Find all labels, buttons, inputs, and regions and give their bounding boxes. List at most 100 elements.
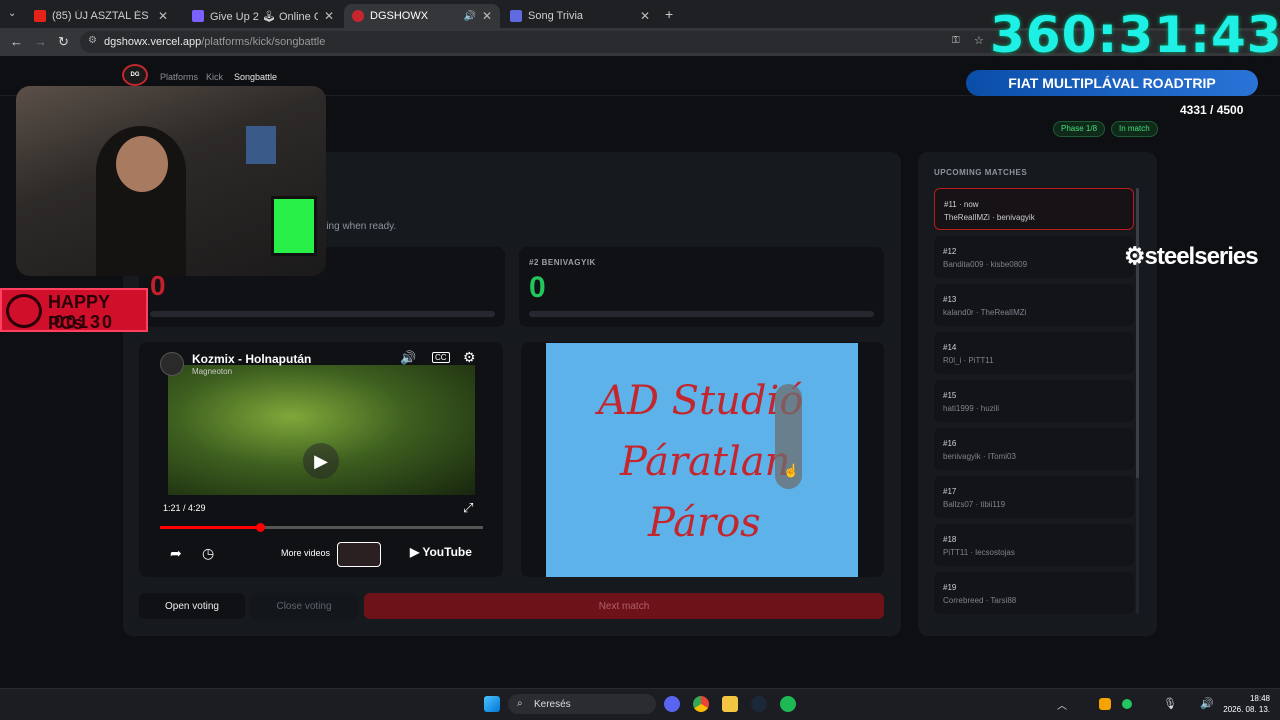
happy-pcs-logo-icon: [6, 294, 42, 328]
tray-chevron-icon[interactable]: ︿: [1057, 697, 1067, 712]
tab-song-trivia[interactable]: Song Trivia ✕: [502, 4, 658, 28]
tab-give-up[interactable]: Give Up 2 🕹 Online Game | G ✕: [184, 4, 342, 28]
video-title[interactable]: Kozmix - Holnapután: [192, 352, 311, 366]
sponsor-name: steelseries: [1144, 243, 1259, 270]
next-match-label: Next match: [598, 600, 650, 612]
tab-list-chevron-icon[interactable]: ⌄: [8, 8, 16, 19]
site-logo[interactable]: DG SHOWX: [122, 64, 148, 96]
upcoming-match-item[interactable]: #18 PiTT11 · lecsostojas: [934, 524, 1134, 566]
close-voting-label: Close voting: [276, 600, 332, 612]
nav-platforms[interactable]: Platforms: [160, 72, 198, 82]
youtube-logo[interactable]: ▶ YouTube: [410, 545, 472, 559]
goal-progress-count: 4331 / 4500: [1180, 103, 1244, 117]
url-host: dgshowx.vercel.app: [104, 36, 202, 48]
happy-pcs-counter: 00130: [54, 312, 115, 332]
tab-audio-icon[interactable]: 🔊: [463, 11, 475, 22]
close-tab-icon[interactable]: ✕: [324, 9, 334, 23]
close-tab-icon[interactable]: ✕: [158, 9, 168, 23]
volume-tray-icon[interactable]: 🔊: [1200, 697, 1214, 710]
site-info-icon[interactable]: ⚙: [88, 35, 97, 46]
match-players: R0l_i · PiTT11: [943, 356, 994, 365]
upcoming-match-item[interactable]: #14 R0l_i · PiTT11: [934, 332, 1134, 374]
new-tab-icon[interactable]: +: [665, 6, 673, 22]
match-number: #17: [943, 487, 957, 496]
spotify-icon[interactable]: [780, 696, 796, 712]
match-number: #16: [943, 439, 957, 448]
file-explorer-icon[interactable]: [722, 696, 738, 712]
reload-icon[interactable]: ↻: [58, 34, 69, 50]
nav-kick[interactable]: Kick: [206, 72, 223, 82]
back-icon[interactable]: ←: [10, 34, 23, 49]
roadtrip-goal-bar: FIAT MULTIPLÁVAL ROADTRIP: [966, 70, 1258, 96]
watch-later-icon[interactable]: ◷: [202, 545, 214, 562]
happy-pcs-banner: HAPPY PCs 00130: [0, 288, 148, 333]
upcoming-match-item[interactable]: #11 · now TheRealIMZi · benivagyik: [934, 188, 1134, 230]
right-video-line-1: AD Studió: [598, 378, 804, 424]
share-icon[interactable]: ➦: [170, 545, 182, 562]
bookmark-star-icon[interactable]: ☆: [974, 34, 984, 47]
taskbar-search[interactable]: ⌕ Keresés: [508, 694, 656, 714]
youtube-brand: YouTube: [422, 545, 472, 559]
clock-time: 18:48: [1249, 694, 1270, 703]
forward-icon[interactable]: →: [34, 34, 47, 49]
video-time: 1:21 / 4:29: [163, 503, 206, 513]
next-match-button[interactable]: Next match: [364, 593, 884, 619]
match-players: PiTT11 · lecsostojas: [943, 548, 1015, 557]
right-player-label: #2 BENIVAGYIK: [529, 258, 596, 267]
right-video-line-2: Páratlan: [620, 439, 791, 485]
green-pc-case: [271, 196, 317, 256]
windows-start-icon[interactable]: [484, 696, 500, 712]
tab-dgshowx[interactable]: DGSHOWX 🔊 ✕: [344, 4, 500, 28]
cursor-hand-icon: ☝: [783, 463, 800, 478]
microphone-icon[interactable]: 🎙: [1163, 697, 1177, 710]
upcoming-match-item[interactable]: #16 benivagyik · ITomi03: [934, 428, 1134, 470]
webcam-overlay: [16, 86, 326, 276]
close-tab-icon[interactable]: ✕: [482, 9, 492, 23]
upcoming-scroll-thumb[interactable]: [1136, 188, 1139, 478]
fullscreen-icon[interactable]: ⤢: [463, 500, 473, 516]
play-icon[interactable]: ▶: [303, 443, 339, 479]
steam-icon[interactable]: [751, 696, 767, 712]
chrome-icon[interactable]: [693, 696, 709, 712]
tab-title: Give Up 2 🕹 Online Game | G: [210, 10, 318, 23]
close-tab-icon[interactable]: ✕: [640, 9, 650, 23]
open-voting-button[interactable]: Open voting: [139, 593, 245, 619]
right-score: 0: [529, 271, 546, 304]
open-voting-label: Open voting: [165, 600, 219, 612]
youtube-favicon-icon: [34, 10, 46, 22]
upcoming-match-item[interactable]: #15 hati1999 · huzili: [934, 380, 1134, 422]
tray-app-icon[interactable]: [1099, 698, 1111, 710]
video-progress-track[interactable]: [160, 523, 483, 532]
upcoming-match-item[interactable]: #19 Correbreed · Tarsi88: [934, 572, 1134, 614]
channel-avatar[interactable]: [160, 352, 184, 376]
match-number: #14: [943, 343, 957, 352]
match-number: #19: [943, 583, 957, 592]
right-video-line-3: Páros: [648, 500, 761, 546]
settings-gear-icon[interactable]: ⚙: [463, 349, 476, 366]
taskbar-search-label: Keresés: [534, 698, 571, 710]
more-videos-thumbnail[interactable]: [337, 542, 381, 567]
tab-title: Song Trivia: [528, 10, 584, 22]
captions-icon[interactable]: CC: [432, 352, 450, 363]
dgshowx-favicon-icon: [352, 10, 364, 22]
taskbar-clock[interactable]: 18:48 2026. 08. 13.: [1220, 693, 1270, 715]
upcoming-title: UPCOMING MATCHES: [934, 168, 1028, 177]
more-videos-label[interactable]: More videos: [281, 548, 330, 558]
close-voting-button[interactable]: Close voting: [250, 593, 358, 619]
video-channel[interactable]: Magneoton: [192, 367, 232, 376]
steelseries-logo: ⚙steelseries: [1124, 243, 1259, 270]
nav-songbattle[interactable]: Songbattle: [234, 72, 277, 82]
discord-icon[interactable]: [664, 696, 680, 712]
match-players: Bandita009 · kisbe0809: [943, 260, 1028, 269]
tray-status-icon[interactable]: [1122, 699, 1132, 709]
key-icon[interactable]: ⚿: [952, 35, 960, 46]
right-score-bar: [529, 311, 874, 317]
upcoming-match-item[interactable]: #12 Bandita009 · kisbe0809: [934, 236, 1134, 278]
volume-icon[interactable]: 🔊: [400, 350, 416, 366]
upcoming-match-item[interactable]: #17 Ballzs07 · tibii119: [934, 476, 1134, 518]
upcoming-match-item[interactable]: #13 kaland0r · TheRealIMZi: [934, 284, 1134, 326]
tab-youtube[interactable]: (85) ÚJ ASZTAL ÉS SZÉK ÖSSZE ✕: [26, 4, 176, 28]
match-number: #12: [943, 247, 957, 256]
stream-timer: 360:31:43: [990, 6, 1280, 64]
match-players: Ballzs07 · tibii119: [943, 500, 1006, 509]
